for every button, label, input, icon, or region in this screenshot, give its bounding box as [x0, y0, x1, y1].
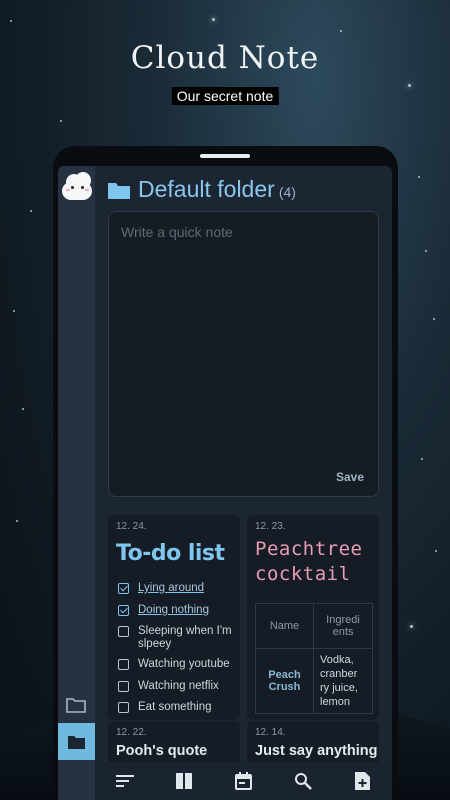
todo-item[interactable]: Lying around	[118, 582, 236, 595]
note-title: Peachtree cocktail	[255, 538, 363, 585]
folder-icon	[68, 734, 85, 753]
note-date: 12. 23.	[255, 521, 286, 532]
book-icon[interactable]	[173, 770, 195, 792]
new-note-icon[interactable]	[351, 770, 373, 792]
checkbox-icon[interactable]	[118, 659, 129, 670]
folder-title[interactable]: Default folder	[138, 176, 275, 203]
phone-notch	[200, 154, 250, 158]
note-date: 12. 14.	[255, 727, 286, 738]
table-header: Ingredi ents	[313, 603, 373, 649]
bottom-toolbar	[95, 762, 392, 800]
table-cell: Vodka, cranber ry juice, lemon	[313, 648, 373, 714]
note-date: 12. 22.	[116, 727, 147, 738]
todo-item[interactable]: Eat something	[118, 701, 236, 714]
folder-header: Default folder (4)	[108, 176, 296, 203]
app-screen: Default folder (4) Write a quick note Sa…	[58, 166, 392, 800]
ingredient-table: Name Ingredi ents Peach Crush Vodka, cra…	[255, 603, 373, 714]
note-card-todo[interactable]: 12. 24. To-do list Lying around Doing no…	[108, 515, 240, 720]
folder-outline-icon[interactable]	[66, 696, 86, 714]
checkbox-icon[interactable]	[118, 626, 129, 637]
checkbox-icon[interactable]	[118, 702, 129, 713]
checkbox-checked-icon[interactable]	[118, 605, 129, 616]
todo-item[interactable]: Doing nothing	[118, 604, 236, 617]
todo-item[interactable]: Sleeping when I'm slpeey	[118, 625, 236, 651]
note-title: To-do list	[116, 541, 225, 566]
save-button[interactable]: Save	[336, 470, 364, 484]
cloud-avatar[interactable]	[60, 170, 94, 206]
todo-item[interactable]: Watching youtube	[118, 658, 236, 671]
calendar-icon[interactable]	[232, 770, 254, 792]
note-title: Pooh's quote	[116, 743, 208, 759]
rail-folder-active[interactable]	[58, 723, 95, 760]
quick-note-placeholder: Write a quick note	[121, 224, 233, 240]
note-title: Just say anything	[255, 743, 378, 759]
search-icon[interactable]	[292, 770, 314, 792]
todo-item[interactable]: Watching netflix	[118, 680, 236, 693]
note-date: 12. 24.	[116, 521, 147, 532]
sort-icon[interactable]	[114, 770, 136, 792]
table-cell: Peach Crush	[255, 648, 314, 714]
table-header: Name	[255, 603, 314, 649]
folder-count: (4)	[278, 184, 296, 200]
side-rail	[58, 166, 95, 800]
checkbox-checked-icon[interactable]	[118, 583, 129, 594]
quick-note-input[interactable]: Write a quick note Save	[108, 211, 379, 497]
app-subtitle: Our secret note	[171, 87, 279, 105]
app-title: Cloud Note	[130, 40, 320, 76]
note-card-cocktail[interactable]: 12. 23. Peachtree cocktail Name Ingredi …	[247, 515, 379, 720]
checkbox-icon[interactable]	[118, 681, 129, 692]
folder-icon	[108, 181, 130, 199]
